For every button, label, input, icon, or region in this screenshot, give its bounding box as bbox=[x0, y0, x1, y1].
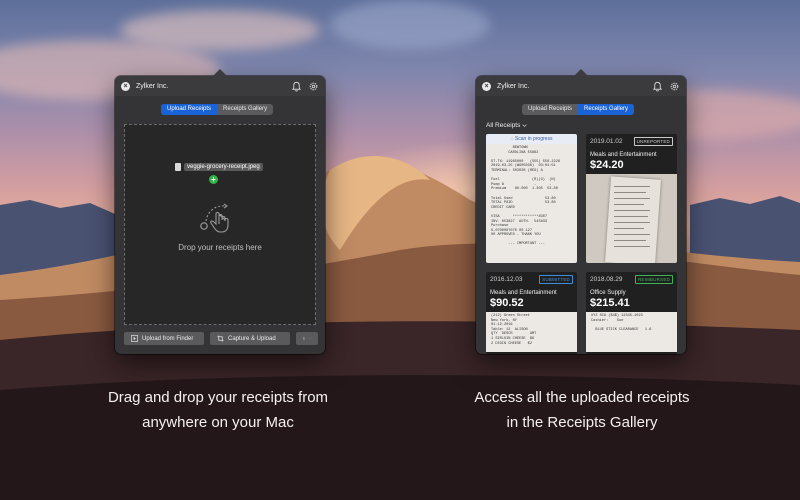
gear-icon[interactable] bbox=[308, 81, 319, 92]
receipts-filter-dropdown[interactable]: All Receipts bbox=[486, 122, 527, 129]
capture-upload-button[interactable]: Capture & Upload bbox=[210, 332, 290, 345]
scanner-icon bbox=[303, 337, 306, 340]
chevron-down-icon bbox=[309, 338, 311, 339]
window-titlebar: × Zylker Inc. bbox=[476, 76, 686, 96]
receipt-date: 2016.12.03 bbox=[490, 276, 523, 283]
receipt-text: NEWTOWN CAROLINA 55862 ST-TX: 11985000 (… bbox=[491, 146, 561, 247]
receipt-card[interactable]: 2019.01.02 UNREPORTED Meals and Entertai… bbox=[586, 134, 677, 263]
receipt-card[interactable]: 2016.12.03 SUBMITTED Meals and Entertain… bbox=[486, 272, 577, 354]
receipt-category: Meals and Entertainment bbox=[590, 152, 657, 158]
receipt-card-scanning[interactable]: ◌ Scan in progress NEWTOWN CAROLINA 5586… bbox=[486, 134, 577, 263]
upload-from-finder-label: Upload from Finder bbox=[142, 335, 194, 342]
add-plus-icon: + bbox=[209, 175, 218, 184]
drop-instructions: Drop your receipts here bbox=[178, 243, 262, 252]
close-icon[interactable]: × bbox=[121, 81, 130, 91]
tab-receipts-gallery[interactable]: Receipts Gallery bbox=[578, 104, 635, 115]
bell-icon[interactable] bbox=[291, 81, 302, 92]
receipt-image bbox=[586, 174, 677, 263]
receipt-image: NEWTOWN CAROLINA 55862 ST-TX: 11985000 (… bbox=[486, 144, 577, 263]
tab-upload-receipts[interactable]: Upload Receipts bbox=[161, 104, 218, 115]
upload-receipts-window: × Zylker Inc. Upload Receipts Receipts G… bbox=[115, 69, 325, 354]
capture-upload-label: Capture & Upload bbox=[228, 335, 276, 342]
upload-actions: Upload from Finder Capture & Upload bbox=[124, 332, 318, 345]
crop-icon bbox=[217, 335, 224, 342]
receipt-date: 2018.08.29 bbox=[590, 276, 623, 283]
dragged-file: veggie-grocery-receipt.jpeg bbox=[175, 163, 263, 171]
scan-status: ◌ Scan in progress bbox=[486, 134, 577, 144]
receipt-card-header: 2016.12.03 SUBMITTED Meals and Entertain… bbox=[486, 272, 577, 312]
caption-left: Drag and drop your receipts from anywher… bbox=[40, 385, 396, 435]
close-icon[interactable]: × bbox=[482, 81, 491, 91]
window-title: Zylker Inc. bbox=[136, 82, 169, 90]
tab-upload-receipts[interactable]: Upload Receipts bbox=[522, 104, 578, 115]
view-switcher: Upload Receipts Receipts Gallery bbox=[161, 104, 274, 115]
window-title: Zylker Inc. bbox=[497, 82, 530, 90]
upload-icon bbox=[131, 335, 138, 342]
caption-left-line-1: Drag and drop your receipts from bbox=[107, 389, 329, 406]
receipt-amount: $90.52 bbox=[490, 297, 524, 309]
caption-right: Access all the uploaded receipts in the … bbox=[404, 385, 760, 435]
receipt-text: XYZ SCA ($4$) 12345-1023 Cashier: Sue BL… bbox=[591, 314, 652, 332]
status-badge: REIMBURSED bbox=[634, 275, 673, 284]
receipt-amount: $215.41 bbox=[590, 297, 630, 309]
chevron-down-icon bbox=[522, 124, 527, 127]
window-titlebar: × Zylker Inc. bbox=[115, 76, 325, 96]
receipt-image: (212) Green Street New York, NY 01.12.20… bbox=[486, 312, 577, 352]
filter-label: All Receipts bbox=[486, 122, 521, 129]
status-badge: SUBMITTED bbox=[539, 275, 573, 284]
upload-from-finder-button[interactable]: Upload from Finder bbox=[124, 332, 204, 345]
receipt-text: (212) Green Street New York, NY 01.12.20… bbox=[491, 314, 537, 346]
caption-left-line-2: anywhere on your Mac bbox=[142, 414, 294, 431]
receipt-card-header: 2018.08.29 REIMBURSED Office Supply $215… bbox=[586, 272, 677, 312]
drop-zone[interactable]: veggie-grocery-receipt.jpeg + Drop your … bbox=[124, 124, 316, 325]
caption-right-line-1: Access all the uploaded receipts bbox=[474, 389, 690, 406]
scan-spinner-icon: ◌ bbox=[510, 136, 514, 142]
file-icon bbox=[175, 163, 181, 171]
receipt-date: 2019.01.02 bbox=[590, 138, 623, 145]
drag-hand-icon bbox=[200, 203, 229, 233]
receipt-image: XYZ SCA ($4$) 12345-1023 Cashier: Sue BL… bbox=[586, 312, 677, 352]
receipts-gallery-window: × Zylker Inc. Upload Receipts Receipts G… bbox=[476, 69, 686, 354]
scanner-dropdown-button[interactable] bbox=[296, 332, 318, 345]
receipt-category: Meals and Entertainment bbox=[490, 290, 557, 296]
tab-receipts-gallery[interactable]: Receipts Gallery bbox=[217, 104, 273, 115]
receipt-card[interactable]: 2018.08.29 REIMBURSED Office Supply $215… bbox=[586, 272, 677, 354]
receipt-category: Office Supply bbox=[590, 290, 626, 296]
scan-status-label: Scan in progress bbox=[514, 136, 553, 142]
dragged-file-name: veggie-grocery-receipt.jpeg bbox=[184, 163, 263, 171]
receipt-card-header: 2019.01.02 UNREPORTED Meals and Entertai… bbox=[586, 134, 677, 174]
caption-right-line-2: in the Receipts Gallery bbox=[506, 414, 658, 431]
gear-icon[interactable] bbox=[669, 81, 680, 92]
view-switcher: Upload Receipts Receipts Gallery bbox=[522, 104, 635, 115]
bell-icon[interactable] bbox=[652, 81, 663, 92]
receipt-amount: $24.20 bbox=[590, 159, 624, 171]
status-badge: UNREPORTED bbox=[633, 137, 673, 146]
